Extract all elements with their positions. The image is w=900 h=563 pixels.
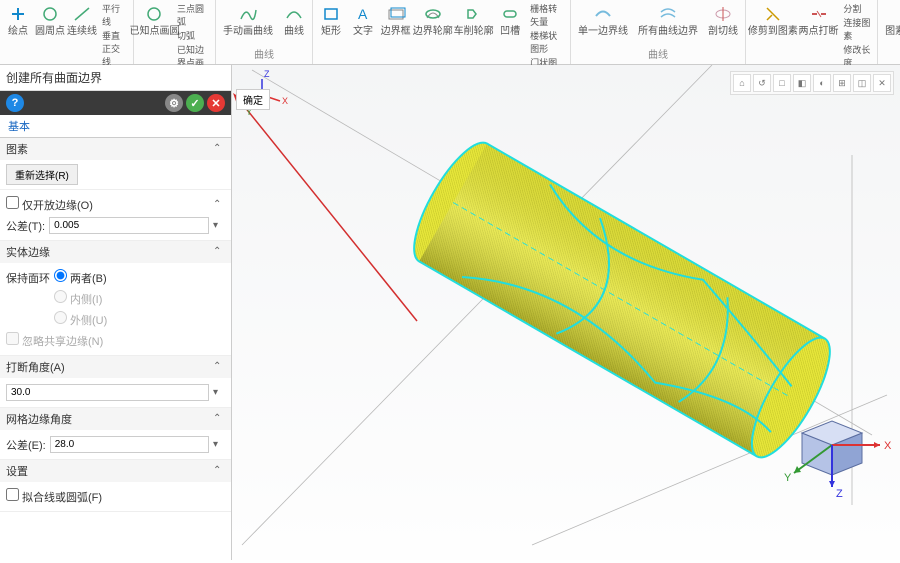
- ribbon-subitem[interactable]: 三点圆弧: [175, 2, 211, 28]
- view-tool-button[interactable]: ◫: [853, 74, 871, 92]
- ribbon-turn-button[interactable]: 车削轮廓: [455, 2, 492, 39]
- mesh-tol-label: 公差(E):: [6, 437, 46, 453]
- section-solid-head: 实体边缘: [6, 244, 50, 260]
- spline-icon: [238, 4, 258, 24]
- radio-both[interactable]: 两者(B): [54, 269, 107, 286]
- ok-button[interactable]: ✓: [186, 94, 204, 112]
- ribbon-slice-button[interactable]: 剖切线: [705, 2, 741, 39]
- panel-title: 创建所有曲面边界: [0, 65, 231, 91]
- section-settings-head: 设置: [6, 463, 28, 479]
- open-edges-checkbox[interactable]: 仅开放边缘(O): [6, 196, 93, 213]
- plus-icon: [8, 4, 28, 24]
- bbox-icon: [386, 4, 406, 24]
- tolerance-label: 公差(T):: [6, 218, 45, 234]
- slice-icon: [713, 4, 733, 24]
- axis-x-label: X: [282, 96, 288, 106]
- ribbon-break-button[interactable]: 两点打断: [800, 2, 838, 39]
- ribbon-trim-button[interactable]: 修剪到图素: [750, 2, 796, 39]
- section-tusu-head: 图素: [6, 141, 28, 157]
- spinner-icon[interactable]: ▾: [213, 439, 225, 451]
- collapse-icon[interactable]: ⌃: [213, 465, 225, 477]
- view-tool-button[interactable]: ◐: [813, 74, 831, 92]
- view-tool-button[interactable]: ◧: [793, 74, 811, 92]
- view-tool-button[interactable]: ⌂: [733, 74, 751, 92]
- tolerance-input[interactable]: [49, 217, 209, 234]
- trim-icon: [763, 4, 783, 24]
- ribbon-subitem[interactable]: 栅格转矢量: [528, 2, 566, 28]
- ribbon-subitem[interactable]: 切弧: [175, 29, 211, 42]
- sil-icon: [423, 4, 443, 24]
- ribbon-line-button[interactable]: 连续线: [68, 2, 96, 39]
- mesh-angle-input[interactable]: [50, 436, 209, 453]
- tab-basic[interactable]: 基本: [0, 115, 231, 138]
- cancel-button[interactable]: ✕: [207, 94, 225, 112]
- circ-icon: [40, 4, 60, 24]
- collapse-icon[interactable]: ⌃: [213, 246, 225, 258]
- collapse-icon[interactable]: ⌃: [213, 361, 225, 373]
- edge1-icon: [593, 4, 613, 24]
- ribbon-group-label: [882, 60, 900, 62]
- ribbon-sil-button[interactable]: 边界轮廓: [414, 2, 451, 39]
- svg-text:X: X: [884, 440, 892, 452]
- ribbon-rect-button[interactable]: 矩形: [317, 2, 345, 39]
- spinner-icon[interactable]: ▾: [213, 220, 225, 232]
- collapse-icon[interactable]: ⌃: [213, 413, 225, 425]
- keep-loop-label: 保持面环: [6, 270, 50, 286]
- circ-icon: [144, 4, 164, 24]
- ribbon-spline-button[interactable]: 手动画曲线: [220, 2, 276, 39]
- view-tool-button[interactable]: ↺: [753, 74, 771, 92]
- line-icon: [72, 4, 92, 24]
- viewport-3d[interactable]: 确定 ⌂↺□◧◐⊞◫✕: [232, 65, 900, 560]
- ribbon-bbox-button[interactable]: 边界框: [381, 2, 410, 39]
- axis-z-label: Z: [264, 69, 270, 79]
- ribbon-subitem[interactable]: 平行线: [100, 2, 129, 28]
- ribbon-edgeA-button[interactable]: 所有曲线边界: [635, 2, 701, 39]
- ribbon-edge1-button[interactable]: 单一边界线: [575, 2, 631, 39]
- fit-arc-checkbox[interactable]: 拟合线或圆弧(F): [6, 488, 102, 505]
- collapse-icon[interactable]: ⌃: [213, 143, 225, 155]
- turn-icon: [464, 4, 484, 24]
- view-tool-button[interactable]: ✕: [873, 74, 891, 92]
- view-tool-button[interactable]: □: [773, 74, 791, 92]
- config-button[interactable]: ⚙: [165, 94, 183, 112]
- ribbon-slot-button[interactable]: 凹槽: [496, 2, 524, 39]
- section-mesh-head: 网格边缘角度: [6, 411, 72, 427]
- ribbon-fil-button[interactable]: 图素倒圆角: [882, 2, 900, 39]
- ribbon-subitem[interactable]: 垂直正交线: [100, 29, 129, 68]
- radio-inner[interactable]: 内侧(I): [54, 290, 102, 307]
- ribbon-circ-button[interactable]: 已知点画圆: [138, 2, 171, 39]
- ignore-shared-checkbox[interactable]: 忽略共享边缘(N): [6, 332, 103, 349]
- view-tool-button[interactable]: ⊞: [833, 74, 851, 92]
- ribbon-text-button[interactable]: A文字: [349, 2, 377, 39]
- svg-text:A: A: [358, 6, 368, 22]
- text-icon: A: [353, 4, 373, 24]
- spinner-icon[interactable]: ▾: [213, 387, 225, 399]
- break-angle-input[interactable]: [6, 384, 209, 401]
- view-toolbar: ⌂↺□◧◐⊞◫✕: [730, 71, 894, 95]
- ribbon-subitem[interactable]: 楼梯状图形: [528, 29, 566, 55]
- reselect-button[interactable]: 重新选择(R): [6, 164, 78, 185]
- ribbon-subitem[interactable]: 分割: [841, 2, 873, 15]
- ribbon-plus-button[interactable]: 绘点: [4, 2, 32, 39]
- viewport-ok-button[interactable]: 确定: [236, 89, 270, 110]
- panel-actionbar: ? ⚙ ✓ ✕: [0, 91, 231, 115]
- ribbon-group-label: 曲线: [575, 45, 741, 62]
- ribbon-circ-button[interactable]: 圆周点: [36, 2, 64, 39]
- radio-outer[interactable]: 外侧(U): [54, 311, 107, 328]
- collapse-icon[interactable]: ⌃: [213, 199, 225, 211]
- slot-icon: [500, 4, 520, 24]
- ribbon-subitem[interactable]: 连接图素: [841, 16, 873, 42]
- svg-text:Z: Z: [836, 488, 843, 500]
- section-break-head: 打断角度(A): [6, 359, 65, 375]
- break-icon: [809, 4, 829, 24]
- edgeA-icon: [658, 4, 678, 24]
- ribbon-curve-button[interactable]: 曲线: [280, 2, 308, 39]
- svg-text:Y: Y: [784, 472, 792, 484]
- help-button[interactable]: ?: [6, 94, 24, 112]
- rect-icon: [321, 4, 341, 24]
- ribbon-group-label: 曲线: [220, 45, 308, 62]
- curve-icon: [284, 4, 304, 24]
